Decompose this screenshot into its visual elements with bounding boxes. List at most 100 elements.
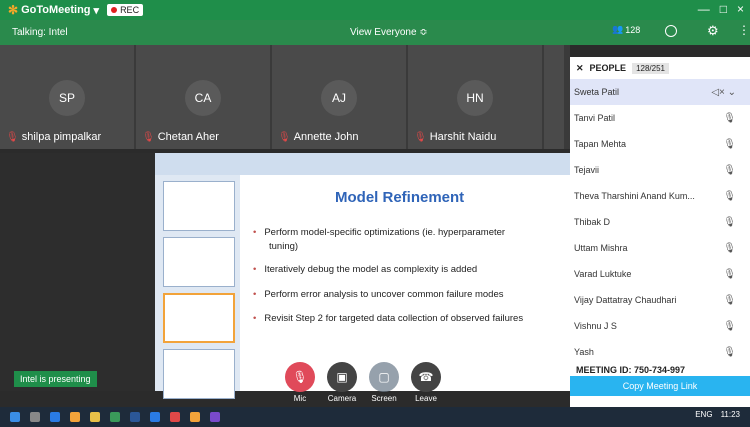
people-panel-header: ✕ PEOPLE 128/251 <box>570 57 750 79</box>
participant-name: Harshit Naidu <box>429 131 497 143</box>
copy-meeting-link-button[interactable]: Copy Meeting Link <box>570 376 750 396</box>
leave-button[interactable]: ☎ Leave <box>411 362 441 403</box>
system-tray: ENG 11:23 <box>695 410 740 419</box>
edge-icon[interactable] <box>50 412 60 422</box>
people-list-item[interactable]: Vishnu J S 🎙 <box>570 313 750 339</box>
gotomeeting-flower-icon: ✻ <box>8 3 19 17</box>
windows-start-icon[interactable] <box>10 412 20 422</box>
people-list-item[interactable]: Tanvi Patil 🎙 <box>570 105 750 131</box>
app-logo[interactable]: ✻ GoToMeeting ▾ <box>8 3 99 17</box>
file-explorer-icon[interactable] <box>90 412 100 422</box>
shared-slide: Model Refinement • Perform model-specific… <box>155 153 570 399</box>
task-view-icon[interactable] <box>30 412 40 422</box>
status-bar: Talking: Intel View Everyone ≎ 👥 128 ⚙ ⋮ <box>0 20 750 45</box>
mic-muted-icon: 🎙 <box>723 190 736 202</box>
mic-icon: 🎙 <box>285 362 315 392</box>
people-list-item[interactable]: Yash 🎙 <box>570 339 750 365</box>
participant-name: shilpa pimpalkar <box>21 131 102 143</box>
screen-icon: ▢ <box>369 362 399 392</box>
mic-muted-icon: 🎙 <box>723 242 736 254</box>
mic-muted-icon: 🎙 <box>142 131 155 143</box>
mic-muted-icon: 🎙 <box>723 216 736 228</box>
presenting-badge: Intel is presenting <box>14 371 97 387</box>
camera-button[interactable]: ▣ Camera <box>327 362 357 403</box>
mic-muted-icon: 🎙 <box>414 131 427 143</box>
people-count-badge: 128/251 <box>632 62 669 74</box>
meeting-id: MEETING ID: 750-734-997 <box>576 365 686 375</box>
people-list-item[interactable]: Varad Luktuke 🎙 <box>570 261 750 287</box>
slide-bullet: • Iteratively debug the model as complexi… <box>253 264 478 275</box>
people-list-item[interactable]: Tejavii 🎙 <box>570 157 750 183</box>
people-list-item[interactable]: Vijay Dattatray Chaudhari 🎙 <box>570 287 750 313</box>
video-tile[interactable]: SP 🎙 shilpa pimpalkar <box>0 45 134 149</box>
video-tile[interactable]: AJ 🎙 Annette John <box>272 45 406 149</box>
slide-bullet-cont: tuning) <box>269 241 299 252</box>
rec-label: REC <box>120 5 140 15</box>
gotomeeting-window: ✻ GoToMeeting ▾ REC — □ × Talking: Intel V… <box>0 0 750 407</box>
people-list-item[interactable]: Theva Tharshini Anand Kum... 🎙 <box>570 183 750 209</box>
slide-bullet: • Perform error analysis to uncover commo… <box>253 289 504 300</box>
app-name: GoToMeeting <box>21 4 91 16</box>
slide-thumbnail <box>163 349 235 399</box>
video-tile[interactable]: HN 🎙 Harshit Naidu <box>408 45 542 149</box>
mic-muted-icon: 🎙 <box>278 131 291 143</box>
mic-muted-icon: 🎙 <box>723 164 736 176</box>
slide-thumbnail <box>163 181 235 231</box>
people-list-item[interactable]: Uttam Mishra 🎙 <box>570 235 750 261</box>
gotomeeting-taskbar-icon[interactable] <box>190 412 200 422</box>
slide-title: Model Refinement <box>335 189 465 206</box>
mic-muted-icon: 🎙 <box>723 294 736 306</box>
word-icon[interactable] <box>130 412 140 422</box>
people-button[interactable]: 👥 128 <box>612 24 640 35</box>
close-button[interactable]: × <box>737 2 744 16</box>
gear-icon[interactable]: ⚙ <box>707 23 719 39</box>
chevron-down-icon: ▾ <box>93 4 100 17</box>
screen-share-area: Model Refinement • Perform model-specific… <box>0 153 570 399</box>
minimize-button[interactable]: — <box>698 2 710 16</box>
video-tile-partial[interactable] <box>544 45 564 149</box>
maximize-button[interactable]: □ <box>720 2 727 16</box>
people-count: 128 <box>625 24 641 35</box>
people-list-item[interactable]: Thibak D 🎙 <box>570 209 750 235</box>
people-title: PEOPLE <box>589 63 627 73</box>
chrome-icon[interactable] <box>170 412 180 422</box>
slide-thumbnail <box>163 237 235 287</box>
rec-badge[interactable]: REC <box>107 4 144 16</box>
avatar: SP <box>49 80 85 116</box>
excel-icon[interactable] <box>110 412 120 422</box>
store-icon[interactable] <box>70 412 80 422</box>
avatar: CA <box>185 80 221 116</box>
video-tile[interactable]: CA 🎙 Chetan Aher <box>136 45 270 149</box>
avatar: HN <box>457 80 493 116</box>
slide-bullet: • Revisit Step 2 for targeted data collec… <box>253 313 524 324</box>
meeting-controls: 🎙 Mic ▣ Camera ▢ Screen ☎ Leave <box>285 362 441 403</box>
vscode-icon[interactable] <box>150 412 160 422</box>
phone-hangup-icon: ☎ <box>411 362 441 392</box>
view-selector[interactable]: View Everyone ≎ <box>350 27 428 38</box>
mic-muted-icon: 🎙 <box>723 268 736 280</box>
close-icon[interactable]: ✕ <box>576 63 584 74</box>
people-panel: ✕ PEOPLE 128/251 Sweta Patil ◁× ⌄ Tanvi P… <box>570 57 750 407</box>
slide-thumbnail-selected <box>163 293 235 343</box>
ppt-ribbon <box>155 153 570 175</box>
camera-off-icon: ▣ <box>327 362 357 392</box>
language-indicator[interactable]: ENG <box>695 410 712 419</box>
talking-indicator: Talking: Intel <box>12 27 68 38</box>
app-icon[interactable] <box>210 412 220 422</box>
video-tiles: SP 🎙 shilpa pimpalkar CA 🎙 Chetan Aher AJ 🎙 An… <box>0 45 570 149</box>
record-icon <box>111 7 118 13</box>
title-bar: ✻ GoToMeeting ▾ REC — □ × <box>0 0 750 20</box>
slide-bullet: • Perform model-specific optimizations (i… <box>253 227 506 238</box>
people-list-item[interactable]: Tapan Mehta 🎙 <box>570 131 750 157</box>
speaker-muted-icon[interactable]: ◁× ⌄ <box>711 87 736 98</box>
avatar: AJ <box>321 80 357 116</box>
clock[interactable]: 11:23 <box>721 410 740 419</box>
chat-icon[interactable] <box>665 25 677 37</box>
more-icon[interactable]: ⋮ <box>738 23 750 37</box>
windows-taskbar: ENG 11:23 <box>0 407 750 427</box>
mic-muted-icon: 🎙 <box>723 346 736 358</box>
screen-button[interactable]: ▢ Screen <box>369 362 399 403</box>
mic-muted-icon: 🎙 <box>723 320 736 332</box>
mic-button[interactable]: 🎙 Mic <box>285 362 315 403</box>
people-list-item[interactable]: Sweta Patil ◁× ⌄ <box>570 79 750 105</box>
